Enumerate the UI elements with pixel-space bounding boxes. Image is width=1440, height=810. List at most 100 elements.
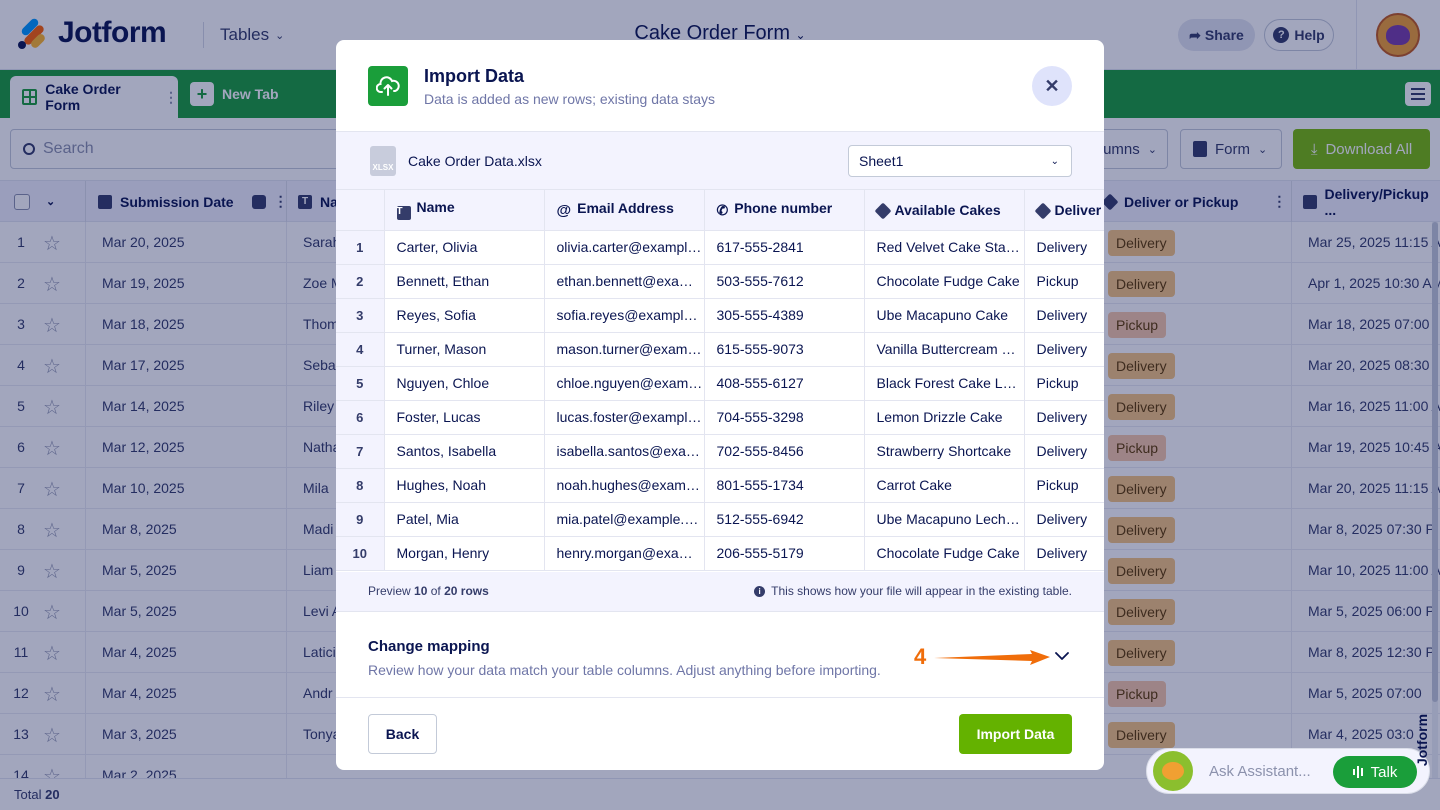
- preview-column-header: Available Cakes: [864, 190, 1025, 231]
- modal-footer: Back Import Data: [336, 698, 1104, 770]
- row-number-header: [336, 190, 385, 231]
- preview-row: 3Reyes, Sofiasofia.reyes@example.com305-…: [336, 298, 1104, 333]
- modal-subtitle: Data is added as new rows; existing data…: [424, 91, 716, 107]
- preview-row: 6Foster, Lucaslucas.foster@example.com70…: [336, 400, 1104, 435]
- column-label: Deliver: [1054, 201, 1102, 218]
- preview-cell: Vanilla Buttercream Cake: [864, 332, 1025, 367]
- preview-cell: Bennett, Ethan: [384, 264, 545, 299]
- sheet-value: Sheet1: [859, 153, 904, 169]
- preview-cell: 206-555-5179: [704, 536, 865, 571]
- preview-cell: mia.patel@example.com: [544, 502, 705, 537]
- back-button[interactable]: Back: [368, 714, 437, 754]
- preview-cell: Foster, Lucas: [384, 400, 545, 435]
- close-icon: ✕: [1044, 75, 1060, 96]
- expand-mapping-button[interactable]: [1052, 646, 1072, 666]
- preview-cell: sofia.reyes@example.com: [544, 298, 705, 333]
- assistant-input[interactable]: Ask Assistant...: [1209, 763, 1311, 780]
- assistant-mascot-icon: [1162, 762, 1184, 780]
- preview-row: 4Turner, Masonmason.turner@example.com61…: [336, 332, 1104, 367]
- preview-cell: henry.morgan@example.com: [544, 536, 705, 571]
- preview-cell: Delivery: [1024, 502, 1104, 537]
- close-button[interactable]: ✕: [1032, 66, 1072, 106]
- row-number: 9: [336, 502, 385, 537]
- preview-info-bar: Preview 10 of 20 rows i This shows how y…: [336, 572, 1104, 612]
- preview-cell: Reyes, Sofia: [384, 298, 545, 333]
- badge-text: Jotform: [1414, 713, 1430, 767]
- preview-cell: Ube Macapuno Leche Flan: [864, 502, 1025, 537]
- jotform-vertical-badge[interactable]: Jotform: [1410, 688, 1434, 792]
- info-icon: i: [754, 585, 766, 597]
- annotation-step-number: 4: [914, 644, 927, 669]
- file-info-bar: XLSX Cake Order Data.xlsx Sheet1 ⌄: [336, 132, 1104, 190]
- import-data-button[interactable]: Import Data: [959, 714, 1072, 754]
- preview-column-header: @ Email Address: [544, 190, 705, 231]
- import-data-modal: Import Data Data is added as new rows; e…: [336, 40, 1104, 770]
- preview-cell: Red Velvet Cake Standard: [864, 230, 1025, 265]
- preview-row: 7Santos, Isabellaisabella.santos@example…: [336, 434, 1104, 469]
- preview-cell: Pickup: [1024, 468, 1104, 503]
- preview-row: 9 Patel, Mia mia.patel@example.com 512-555-…: [336, 502, 1104, 537]
- sheet-select[interactable]: Sheet1 ⌄: [848, 145, 1072, 177]
- row-number: 2: [336, 264, 385, 299]
- preview-row: 10Morgan, Henryhenry.morgan@example.com2…: [336, 536, 1104, 571]
- preview-shown: 10: [414, 584, 428, 598]
- preview-cell: Delivery: [1024, 332, 1104, 367]
- preview-cell: olivia.carter@example.com: [544, 230, 705, 265]
- row-number: 10: [336, 536, 385, 571]
- preview-column-header: ✆ Phone number: [704, 190, 865, 231]
- talk-button[interactable]: Talk: [1333, 756, 1417, 788]
- assistant-avatar: [1153, 751, 1193, 791]
- tag-icon: [1034, 202, 1051, 220]
- preview-row: 5Nguyen, Chloechloe.nguyen@example.com40…: [336, 366, 1104, 401]
- preview-of: of: [430, 584, 441, 598]
- audio-wave-icon: [1352, 766, 1363, 778]
- preview-cell: 503-555-7612: [704, 264, 865, 299]
- preview-cell: Turner, Mason: [384, 332, 545, 367]
- mapping-description: Review how your data match your table co…: [368, 662, 881, 678]
- preview-cell: Strawberry Shortcake: [864, 434, 1025, 469]
- preview-note-text: This shows how your file will appear in …: [771, 584, 1072, 598]
- preview-row: 8Hughes, Noahnoah.hughes@example.com801-…: [336, 468, 1104, 503]
- row-number: 1: [336, 230, 385, 265]
- preview-cell: noah.hughes@example.com: [544, 468, 705, 503]
- preview-count: Preview 10 of 20 rows: [368, 584, 489, 598]
- column-label: Email Address: [577, 200, 674, 217]
- preview-cell: Santos, Isabella: [384, 434, 545, 469]
- preview-total: 20 rows: [444, 584, 489, 598]
- preview-cell: 512-555-6942: [704, 502, 865, 537]
- file-type-label: XLSX: [372, 163, 394, 172]
- preview-cell: Patel, Mia: [384, 502, 545, 537]
- preview-cell: Carrot Cake: [864, 468, 1025, 503]
- tag-icon: [874, 202, 891, 220]
- preview-header-row: T Name @ Email Address ✆ Phone number Avail…: [336, 190, 1104, 231]
- preview-cell: Chocolate Fudge Cake: [864, 264, 1025, 299]
- preview-table: T Name @ Email Address ✆ Phone number Avail…: [336, 190, 1104, 572]
- preview-cell: Hughes, Noah: [384, 468, 545, 503]
- ask-assistant-widget[interactable]: Ask Assistant... Talk: [1146, 748, 1430, 794]
- row-number: 8: [336, 468, 385, 503]
- preview-cell: mason.turner@example.com: [544, 332, 705, 367]
- change-mapping-section[interactable]: Change mapping Review how your data matc…: [336, 612, 1104, 698]
- preview-cell: 305-555-4389: [704, 298, 865, 333]
- preview-note: i This shows how your file will appear i…: [754, 584, 1072, 598]
- preview-cell: Black Forest Cake Large: [864, 366, 1025, 401]
- preview-cell: isabella.santos@example.com: [544, 434, 705, 469]
- preview-cell: Carter, Olivia: [384, 230, 545, 265]
- preview-cell: Delivery: [1024, 298, 1104, 333]
- xlsx-file-icon: XLSX: [370, 146, 396, 176]
- preview-cell: Delivery: [1024, 400, 1104, 435]
- column-label: Phone number: [734, 200, 833, 217]
- chevron-down-icon: [1055, 652, 1069, 660]
- preview-cell: 615-555-9073: [704, 332, 865, 367]
- row-number: 6: [336, 400, 385, 435]
- row-number: 5: [336, 366, 385, 401]
- mapping-title: Change mapping: [368, 638, 490, 655]
- column-label: Name: [416, 199, 455, 216]
- talk-label: Talk: [1370, 763, 1398, 781]
- chevron-down-icon: ⌄: [1050, 155, 1059, 167]
- preview-cell: Nguyen, Chloe: [384, 366, 545, 401]
- preview-cell: Pickup: [1024, 366, 1104, 401]
- preview-cell: Chocolate Fudge Cake: [864, 536, 1025, 571]
- phone-icon: ✆: [716, 202, 729, 219]
- preview-cell: 702-555-8456: [704, 434, 865, 469]
